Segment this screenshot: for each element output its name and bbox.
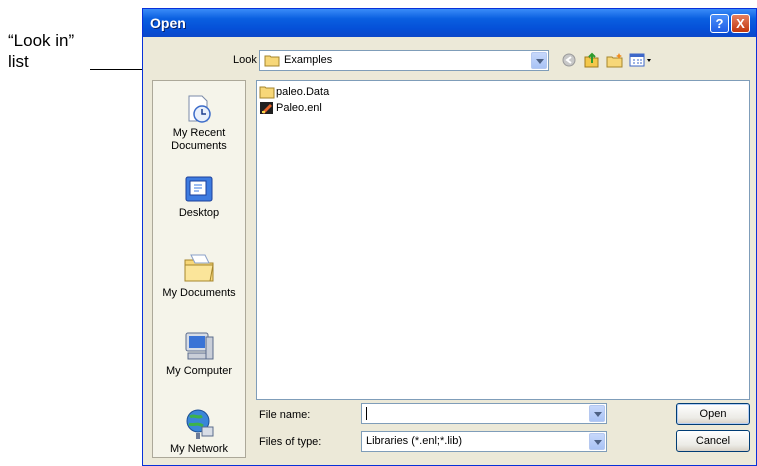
back-icon[interactable]: [561, 52, 579, 68]
recent-documents-icon: [188, 95, 211, 123]
my-computer-icon: [185, 332, 214, 360]
place-my-network[interactable]: My Network: [153, 407, 245, 456]
callout-annotation: “Look in” list: [8, 30, 74, 72]
filetype-dropdown[interactable]: Libraries (*.enl;*.lib): [361, 431, 607, 452]
open-button[interactable]: Open: [676, 403, 750, 425]
lookin-dropdown[interactable]: Examples: [259, 50, 549, 71]
title-bar[interactable]: Open ? X: [143, 9, 756, 37]
place-my-computer[interactable]: My Computer: [153, 329, 245, 378]
file-list[interactable]: paleo.Data Paleo.enl: [256, 80, 750, 400]
place-my-documents[interactable]: My Documents: [153, 251, 245, 300]
lookin-value: Examples: [284, 54, 333, 66]
callout-line2: list: [8, 52, 29, 71]
filetype-label: Files of type:: [259, 436, 322, 448]
filetype-value: Libraries (*.enl;*.lib): [366, 435, 462, 447]
places-bar: My Recent Documents Desktop My Documents: [152, 80, 246, 458]
chevron-down-icon[interactable]: [531, 52, 547, 69]
view-menu-icon[interactable]: [629, 52, 653, 68]
endnote-library-icon: [260, 102, 273, 114]
my-documents-icon: [184, 254, 214, 282]
filename-label: File name:: [259, 409, 311, 421]
text-caret: [366, 407, 367, 420]
close-button[interactable]: X: [731, 14, 750, 33]
cancel-button[interactable]: Cancel: [676, 430, 750, 452]
my-network-icon: [186, 409, 214, 439]
place-label: Documents: [171, 140, 227, 152]
callout-line1: “Look in”: [8, 31, 75, 50]
place-label: My Documents: [162, 287, 236, 299]
place-label: Desktop: [178, 207, 220, 219]
new-folder-icon[interactable]: [606, 52, 624, 68]
place-label: My Recent: [172, 127, 226, 139]
desktop-icon: [185, 176, 213, 202]
folder-icon: [259, 86, 275, 99]
help-button[interactable]: ?: [710, 14, 729, 33]
place-label: My Computer: [165, 365, 233, 377]
place-my-recent-documents[interactable]: My Recent Documents: [153, 93, 245, 153]
chevron-down-icon[interactable]: [589, 433, 605, 450]
filename-field[interactable]: [361, 403, 607, 424]
file-name: paleo.Data: [276, 86, 330, 98]
place-desktop[interactable]: Desktop: [153, 173, 245, 220]
chevron-down-icon[interactable]: [589, 405, 605, 422]
place-label: My Network: [169, 443, 229, 455]
window-title: Open: [150, 15, 186, 31]
up-folder-icon[interactable]: [583, 52, 601, 68]
folder-icon: [264, 55, 280, 67]
open-dialog: Open ? X Look in: Examples My Recent Doc…: [142, 8, 757, 466]
file-name: Paleo.enl: [276, 102, 322, 114]
